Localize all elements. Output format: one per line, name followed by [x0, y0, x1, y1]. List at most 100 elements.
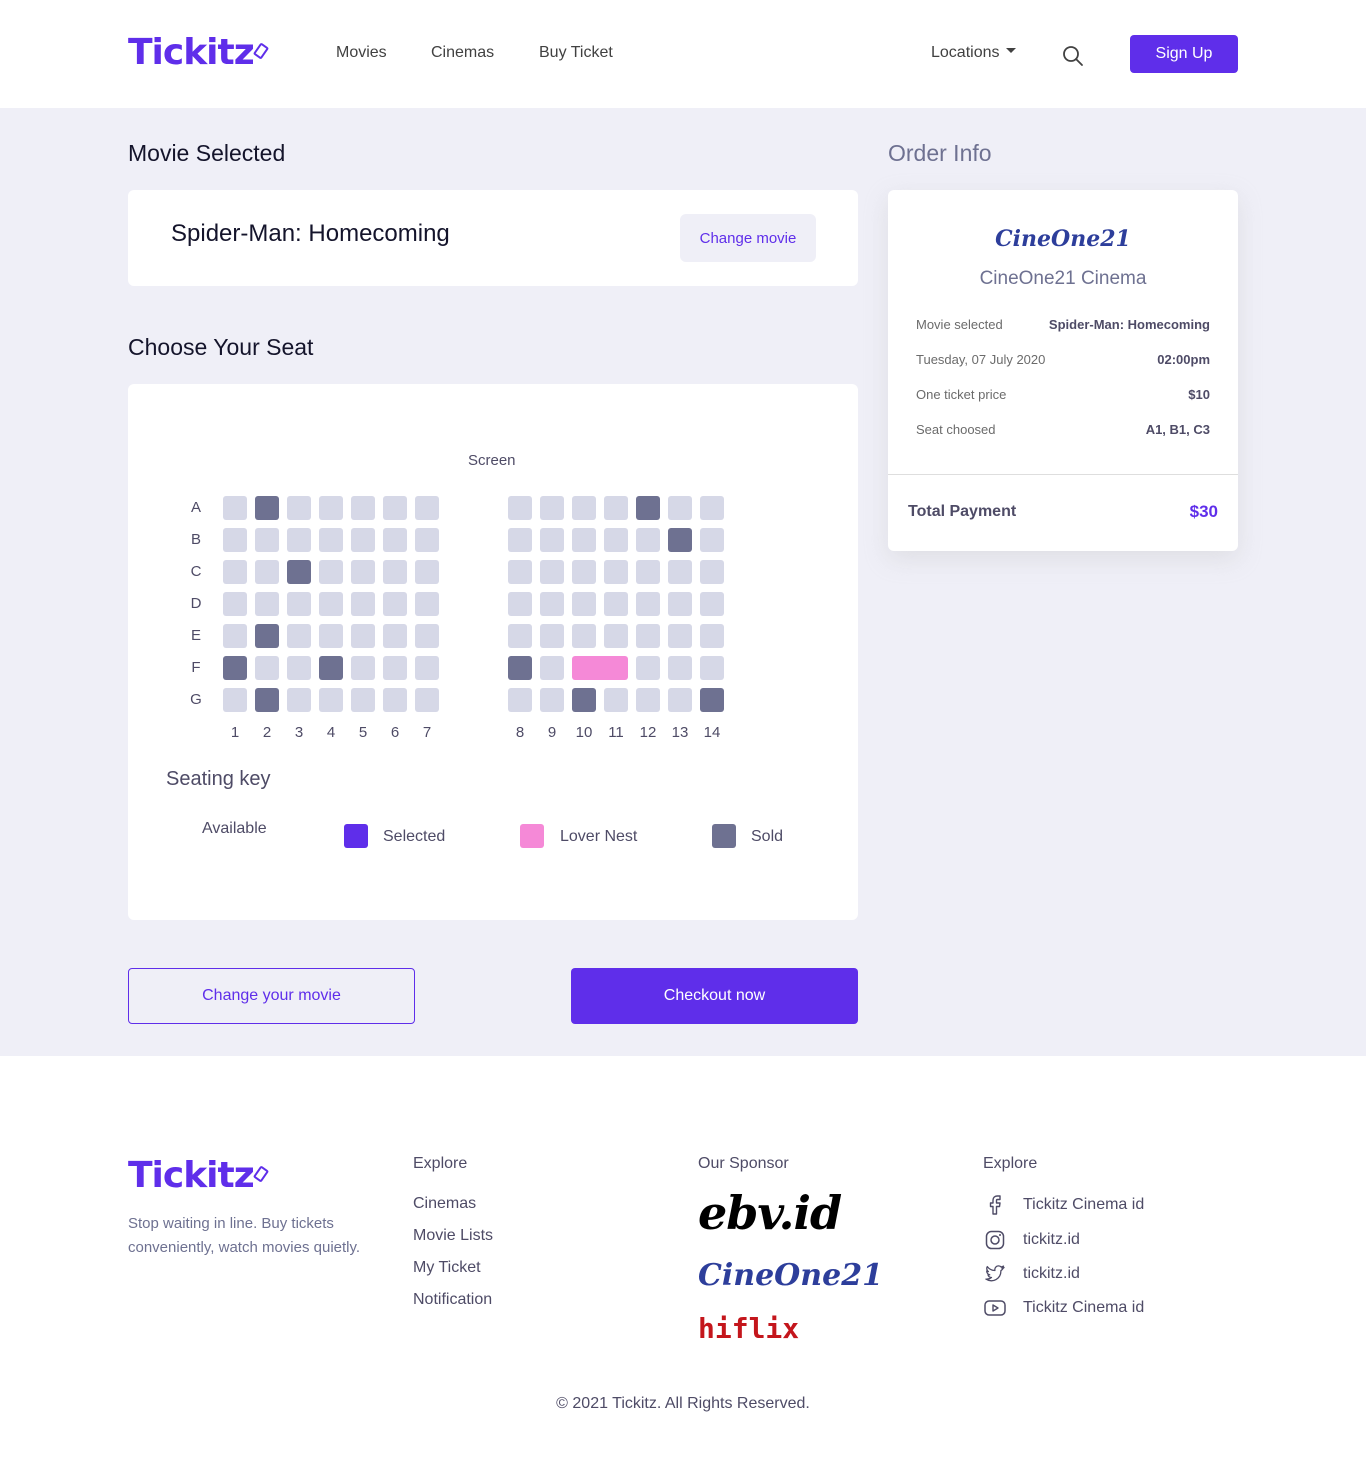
seat-g5[interactable] — [351, 688, 375, 712]
seat-c11[interactable] — [604, 560, 628, 584]
seat-b10[interactable] — [572, 528, 596, 552]
seat-b11[interactable] — [604, 528, 628, 552]
footer-link-movie-lists[interactable]: Movie Lists — [413, 1227, 493, 1245]
footer-link-my-ticket[interactable]: My Ticket — [413, 1259, 481, 1277]
seat-c12[interactable] — [636, 560, 660, 584]
seat-f4[interactable] — [319, 656, 343, 680]
sign-up-button[interactable]: Sign Up — [1130, 35, 1238, 73]
seat-d4[interactable] — [319, 592, 343, 616]
seat-g4[interactable] — [319, 688, 343, 712]
seat-b7[interactable] — [415, 528, 439, 552]
seat-b1[interactable] — [223, 528, 247, 552]
nav-movies[interactable]: Movies — [336, 44, 387, 62]
seat-f1[interactable] — [223, 656, 247, 680]
seat-d9[interactable] — [540, 592, 564, 616]
tickitz-logo[interactable]: Tickitz — [128, 32, 269, 73]
footer-logo[interactable]: Tickitz — [128, 1155, 269, 1196]
seat-e10[interactable] — [572, 624, 596, 648]
nav-cinemas[interactable]: Cinemas — [431, 44, 494, 62]
seat-d13[interactable] — [668, 592, 692, 616]
seat-b2[interactable] — [255, 528, 279, 552]
seat-a9[interactable] — [540, 496, 564, 520]
seat-e2[interactable] — [255, 624, 279, 648]
seat-c8[interactable] — [508, 560, 532, 584]
seat-b8[interactable] — [508, 528, 532, 552]
seat-g2[interactable] — [255, 688, 279, 712]
social-youtube[interactable]: Tickitz Cinema id — [983, 1296, 1144, 1320]
seat-c5[interactable] — [351, 560, 375, 584]
seat-f13[interactable] — [668, 656, 692, 680]
seat-e12[interactable] — [636, 624, 660, 648]
social-facebook[interactable]: Tickitz Cinema id — [983, 1193, 1144, 1217]
seat-d2[interactable] — [255, 592, 279, 616]
seat-a4[interactable] — [319, 496, 343, 520]
seat-e6[interactable] — [383, 624, 407, 648]
nav-buy-ticket[interactable]: Buy Ticket — [539, 44, 613, 62]
social-instagram[interactable]: tickitz.id — [983, 1228, 1080, 1252]
footer-link-cinemas[interactable]: Cinemas — [413, 1195, 476, 1213]
seat-f8[interactable] — [508, 656, 532, 680]
footer-link-notification[interactable]: Notification — [413, 1291, 492, 1309]
checkout-button[interactable]: Checkout now — [571, 968, 858, 1024]
seat-a11[interactable] — [604, 496, 628, 520]
seat-a12[interactable] — [636, 496, 660, 520]
seat-d6[interactable] — [383, 592, 407, 616]
search-icon[interactable] — [1062, 45, 1084, 67]
seat-b12[interactable] — [636, 528, 660, 552]
seat-g13[interactable] — [668, 688, 692, 712]
sponsor-cineone21-logo[interactable]: CineOne21 — [698, 1258, 883, 1293]
seat-b13[interactable] — [668, 528, 692, 552]
seat-g1[interactable] — [223, 688, 247, 712]
seat-d12[interactable] — [636, 592, 660, 616]
seat-b9[interactable] — [540, 528, 564, 552]
seat-a1[interactable] — [223, 496, 247, 520]
seat-c13[interactable] — [668, 560, 692, 584]
locations-dropdown[interactable]: Locations — [931, 44, 1016, 62]
seat-d3[interactable] — [287, 592, 311, 616]
seat-c14[interactable] — [700, 560, 724, 584]
seat-g8[interactable] — [508, 688, 532, 712]
seat-g7[interactable] — [415, 688, 439, 712]
seat-f5[interactable] — [351, 656, 375, 680]
seat-f12[interactable] — [636, 656, 660, 680]
seat-b3[interactable] — [287, 528, 311, 552]
seat-a7[interactable] — [415, 496, 439, 520]
seat-d8[interactable] — [508, 592, 532, 616]
seat-a13[interactable] — [668, 496, 692, 520]
seat-a14[interactable] — [700, 496, 724, 520]
seat-a8[interactable] — [508, 496, 532, 520]
change-movie-button[interactable]: Change movie — [680, 214, 816, 262]
seat-g11[interactable] — [604, 688, 628, 712]
seat-d14[interactable] — [700, 592, 724, 616]
seat-e13[interactable] — [668, 624, 692, 648]
seat-f2[interactable] — [255, 656, 279, 680]
seat-c4[interactable] — [319, 560, 343, 584]
seat-e11[interactable] — [604, 624, 628, 648]
seat-g6[interactable] — [383, 688, 407, 712]
seat-f14[interactable] — [700, 656, 724, 680]
seat-g12[interactable] — [636, 688, 660, 712]
seat-e9[interactable] — [540, 624, 564, 648]
seat-g3[interactable] — [287, 688, 311, 712]
seat-f10[interactable] — [572, 656, 628, 680]
seat-c3[interactable] — [287, 560, 311, 584]
seat-d10[interactable] — [572, 592, 596, 616]
seat-e5[interactable] — [351, 624, 375, 648]
change-your-movie-button[interactable]: Change your movie — [128, 968, 415, 1024]
seat-a2[interactable] — [255, 496, 279, 520]
seat-e3[interactable] — [287, 624, 311, 648]
sponsor-ebv-logo[interactable]: ebv.id — [698, 1186, 842, 1240]
seat-c7[interactable] — [415, 560, 439, 584]
seat-g9[interactable] — [540, 688, 564, 712]
seat-b4[interactable] — [319, 528, 343, 552]
seat-f6[interactable] — [383, 656, 407, 680]
seat-g14[interactable] — [700, 688, 724, 712]
seat-c10[interactable] — [572, 560, 596, 584]
seat-e14[interactable] — [700, 624, 724, 648]
seat-a6[interactable] — [383, 496, 407, 520]
seat-f7[interactable] — [415, 656, 439, 680]
social-twitter[interactable]: tickitz.id — [983, 1262, 1080, 1286]
seat-d1[interactable] — [223, 592, 247, 616]
seat-b14[interactable] — [700, 528, 724, 552]
sponsor-hiflix-logo[interactable]: hiflix — [698, 1312, 799, 1345]
